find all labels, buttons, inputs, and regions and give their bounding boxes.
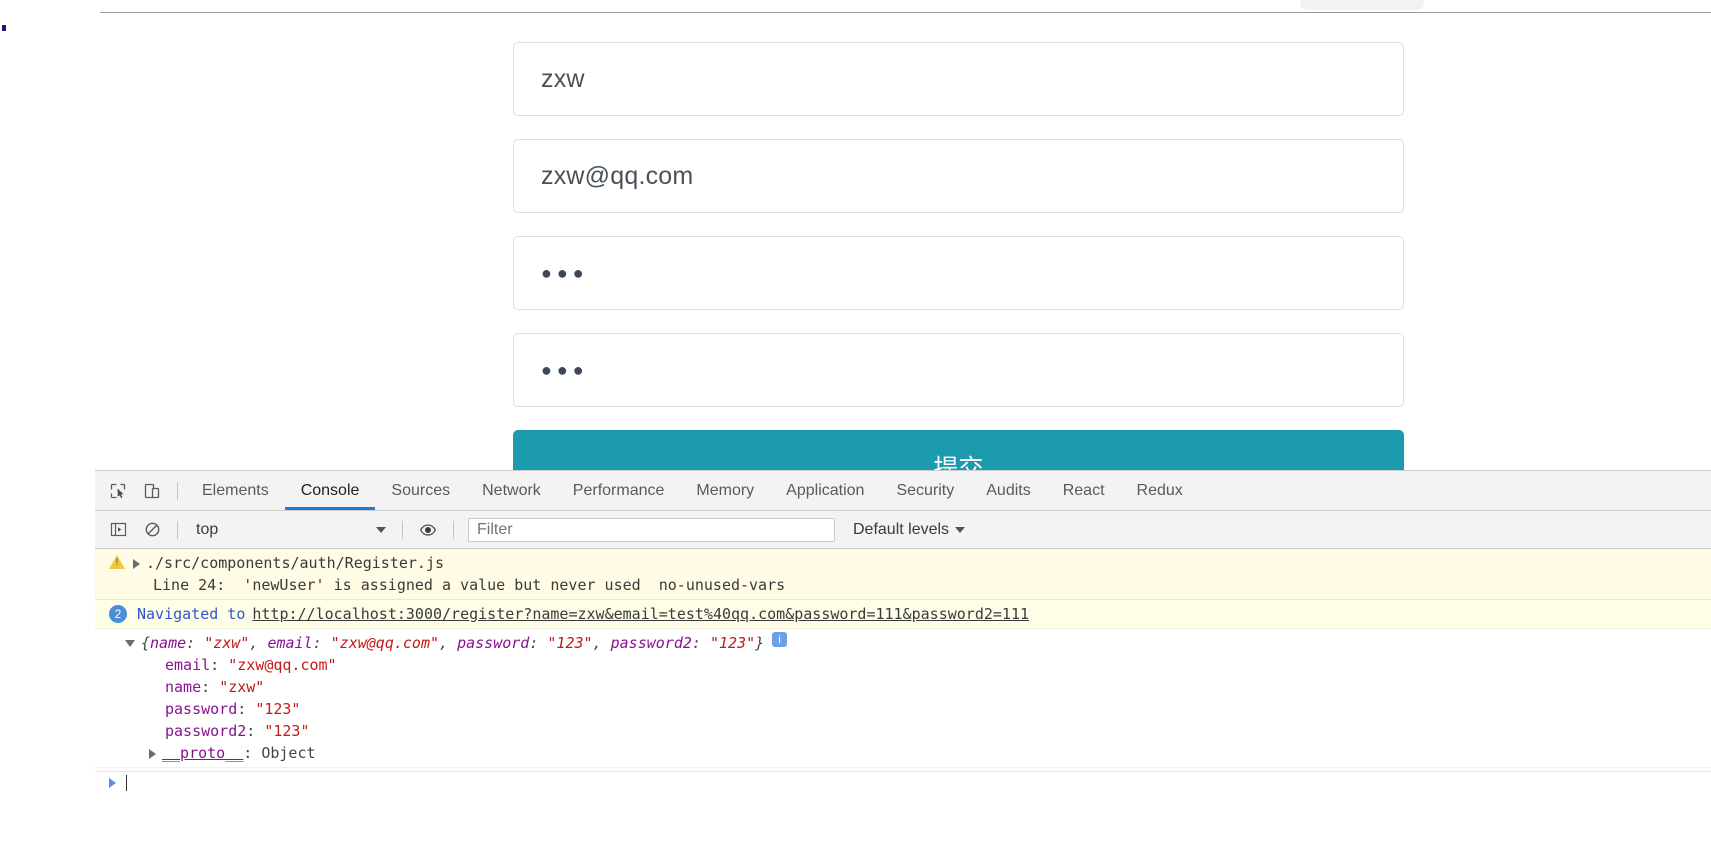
object-preview: {name: "zxw", email: "zxw@qq.com", passw… xyxy=(141,634,765,652)
console-messages: ./src/components/auth/Register.js Line 2… xyxy=(95,549,1711,794)
execution-context-value: top xyxy=(196,520,219,538)
filterbar-divider-2 xyxy=(402,520,403,539)
tab-memory[interactable]: Memory xyxy=(680,472,770,510)
console-navigation-message[interactable]: 2 Navigated to http://localhost:3000/reg… xyxy=(95,600,1711,629)
browser-viewport: zxw zxw@qq.com ●●● ●●● 提交 xyxy=(0,0,1711,512)
property-value: "zxw" xyxy=(219,678,265,696)
name-input[interactable]: zxw xyxy=(513,42,1404,116)
object-proto-row[interactable]: __proto__: Object xyxy=(109,742,1711,764)
preview-value-0: "zxw" xyxy=(204,634,250,652)
tab-react[interactable]: React xyxy=(1047,472,1121,510)
property-value: "123" xyxy=(255,700,301,718)
clear-console-icon[interactable] xyxy=(137,515,167,545)
chevron-down-icon xyxy=(376,526,386,533)
password-input[interactable]: ●●● xyxy=(513,236,1404,310)
object-property-row: password2: "123" xyxy=(165,722,310,740)
tab-audits[interactable]: Audits xyxy=(970,472,1046,510)
filterbar-divider-1 xyxy=(177,520,178,539)
inspect-element-icon[interactable] xyxy=(103,476,133,506)
tab-elements[interactable]: Elements xyxy=(186,472,285,510)
property-key: password xyxy=(165,700,238,718)
tab-application[interactable]: Application xyxy=(770,472,880,510)
device-toolbar-icon[interactable] xyxy=(137,476,167,506)
screen: zxw zxw@qq.com ●●● ●●● 提交 Elements Conso… xyxy=(0,0,1711,844)
navigation-url-link[interactable]: http://localhost:3000/register?name=zxw&… xyxy=(252,603,1029,625)
preview-key-1: email xyxy=(267,634,313,652)
preview-key-2: password xyxy=(457,634,530,652)
proto-value: Object xyxy=(261,744,316,762)
preview-key-0: name xyxy=(150,634,187,652)
collapse-triangle-icon[interactable] xyxy=(125,640,135,647)
tab-security[interactable]: Security xyxy=(880,472,970,510)
warning-detail-text: Line 24: 'newUser' is assigned a value b… xyxy=(153,576,786,594)
warning-source-path: ./src/components/auth/Register.js xyxy=(146,554,445,572)
top-overlay-pill xyxy=(1300,0,1424,10)
toolbar-divider xyxy=(177,481,178,500)
console-warning-message[interactable]: ./src/components/auth/Register.js Line 2… xyxy=(95,549,1711,600)
show-console-sidebar-icon[interactable] xyxy=(103,515,133,545)
email-input[interactable]: zxw@qq.com xyxy=(513,139,1404,213)
preview-value-3: "123" xyxy=(709,634,756,652)
register-form: zxw zxw@qq.com ●●● ●●● 提交 xyxy=(513,42,1404,504)
object-property-row: email: "zxw@qq.com" xyxy=(165,656,337,674)
message-count-badge: 2 xyxy=(109,605,127,623)
chevron-down-icon xyxy=(955,526,966,533)
devtools-tabbar: Elements Console Sources Network Perform… xyxy=(95,471,1711,511)
property-key: email xyxy=(165,656,211,674)
console-filter-input[interactable] xyxy=(468,517,835,542)
preview-key-3: password2 xyxy=(610,634,692,652)
preview-value-1: "zxw@qq.com" xyxy=(330,634,440,652)
live-expression-icon[interactable] xyxy=(413,515,443,545)
expand-triangle-icon[interactable] xyxy=(149,749,156,759)
execution-context-select[interactable]: top xyxy=(186,518,394,542)
tab-performance[interactable]: Performance xyxy=(557,472,681,510)
console-prompt[interactable] xyxy=(95,772,1711,794)
filterbar-divider-3 xyxy=(453,520,454,539)
tab-sources[interactable]: Sources xyxy=(375,472,466,510)
log-levels-label: Default levels xyxy=(853,520,950,538)
page-top-divider xyxy=(100,12,1711,13)
object-open-brace: { xyxy=(141,634,151,652)
left-edge-marker xyxy=(2,25,6,31)
console-filterbar: top Default levels xyxy=(95,511,1711,549)
info-icon[interactable]: i xyxy=(772,632,788,647)
navigation-label: Navigated to xyxy=(137,605,246,623)
expand-triangle-icon[interactable] xyxy=(133,559,140,569)
object-property-row: name: "zxw" xyxy=(165,678,265,696)
tab-console[interactable]: Console xyxy=(285,472,376,510)
devtools-panel: Elements Console Sources Network Perform… xyxy=(95,470,1711,844)
object-property-row: password: "123" xyxy=(165,700,301,718)
object-preview-row[interactable]: {name: "zxw", email: "zxw@qq.com", passw… xyxy=(109,632,1711,654)
property-key: password2 xyxy=(165,722,247,740)
preview-value-2: "123" xyxy=(547,634,593,652)
property-value: "zxw@qq.com" xyxy=(228,656,337,674)
tab-network[interactable]: Network xyxy=(466,472,557,510)
log-levels-select[interactable]: Default levels xyxy=(853,520,966,539)
property-value: "123" xyxy=(264,722,310,740)
property-key: name xyxy=(165,678,202,696)
prompt-text-cursor xyxy=(126,775,127,791)
object-close-brace: } xyxy=(755,634,765,652)
tab-redux[interactable]: Redux xyxy=(1121,472,1199,510)
prompt-caret-icon xyxy=(109,778,116,788)
console-object-message[interactable]: {name: "zxw", email: "zxw@qq.com", passw… xyxy=(95,629,1711,768)
warning-icon xyxy=(109,555,125,569)
proto-key[interactable]: __proto__ xyxy=(162,742,243,764)
password2-input[interactable]: ●●● xyxy=(513,333,1404,407)
